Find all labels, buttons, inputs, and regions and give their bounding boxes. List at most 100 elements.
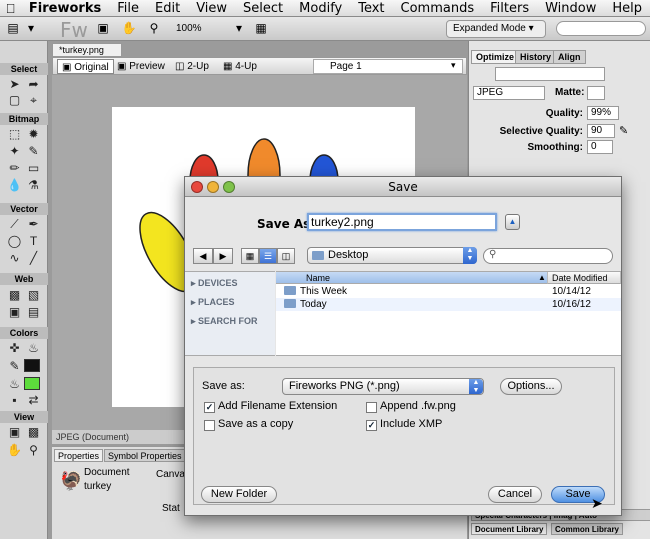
doc-name: turkey <box>84 481 112 492</box>
matte-swatch[interactable] <box>587 86 605 100</box>
tab-symbol-properties[interactable]: Symbol Properties <box>104 449 186 462</box>
preset-select[interactable] <box>495 67 605 81</box>
crop-icon[interactable]: ⌖ <box>25 93 42 108</box>
eraser-icon[interactable]: ▭ <box>25 161 42 176</box>
document-tab[interactable]: *turkey.png <box>52 43 122 57</box>
text-tool-icon[interactable]: T <box>25 234 42 249</box>
menu-select[interactable]: Select <box>235 1 291 16</box>
append-fwpng-checkbox[interactable] <box>366 402 377 413</box>
lasso-icon[interactable]: ✹ <box>25 127 42 142</box>
include-xmp-checkbox[interactable]: ✓ <box>366 420 377 431</box>
cancel-button[interactable]: Cancel <box>488 486 542 503</box>
rubber-stamp-icon[interactable]: ⚗ <box>25 178 42 193</box>
tab-document-library[interactable]: Document Library <box>471 523 548 535</box>
format-select[interactable]: Fireworks PNG (*.png) ▲ ▼ <box>282 378 484 395</box>
tab-align[interactable]: Align <box>553 50 586 64</box>
zoom-icon[interactable]: ⚲ <box>145 20 163 37</box>
menu-text[interactable]: Text <box>350 1 392 16</box>
tab-4up[interactable]: ▦ 4-Up <box>219 59 261 74</box>
tab-history[interactable]: History <box>515 50 557 64</box>
full-screen-icon[interactable]: ▩ <box>25 425 42 440</box>
workspace-icon[interactable]: ▾ <box>22 20 40 37</box>
subselect-icon[interactable]: ➦ <box>25 77 42 92</box>
bridge-icon[interactable]: ▣ <box>94 20 112 37</box>
hand-tool-icon[interactable]: ✋ <box>6 443 23 458</box>
menu-file[interactable]: File <box>109 1 147 16</box>
column-name[interactable]: Name <box>276 272 548 284</box>
forward-button[interactable]: ▶ <box>213 248 233 264</box>
options-button[interactable]: Options... <box>500 378 562 395</box>
swap-colors-icon[interactable]: ⇄ <box>25 393 42 408</box>
close-icon[interactable] <box>191 181 203 193</box>
brush-icon[interactable]: ✎ <box>25 144 42 159</box>
selective-quality-field[interactable]: 90 <box>587 124 615 138</box>
tab-properties[interactable]: Properties <box>54 449 104 462</box>
smoothing-field[interactable]: 0 <box>587 140 613 154</box>
magic-wand-icon[interactable]: ✦ <box>6 144 23 159</box>
stroke-color-swatch[interactable] <box>24 359 40 372</box>
page-select[interactable]: Page 1 <box>313 59 463 74</box>
icon-view-button[interactable]: ▦ <box>241 248 259 264</box>
eyedropper-icon[interactable]: ✜ <box>6 341 23 356</box>
show-slices-icon[interactable]: ▤ <box>25 305 42 320</box>
list-view-button[interactable]: ☰ <box>259 248 277 264</box>
hotspot-icon[interactable]: ▩ <box>6 288 23 303</box>
line-icon[interactable]: ⟋ <box>6 217 23 232</box>
marquee-icon[interactable]: ⬚ <box>6 127 23 142</box>
hide-slices-icon[interactable]: ▣ <box>6 305 23 320</box>
quality-field[interactable]: 99% <box>587 106 619 120</box>
column-date-modified[interactable]: Date Modified <box>548 272 621 284</box>
new-folder-button[interactable]: New Folder <box>201 486 277 503</box>
column-view-button[interactable]: ◫ <box>277 248 295 264</box>
layout-icon[interactable]: ▤ <box>4 20 22 37</box>
blur-icon[interactable]: 💧 <box>6 178 23 193</box>
list-item[interactable]: This Week 10/14/12 <box>276 285 621 298</box>
menu-window[interactable]: Window <box>537 1 604 16</box>
apple-icon[interactable]:  <box>0 1 21 16</box>
menu-edit[interactable]: Edit <box>147 1 188 16</box>
location-select[interactable]: Desktop ▲ ▼ <box>307 247 477 264</box>
add-extension-checkbox[interactable]: ✓ <box>204 402 215 413</box>
ellipse-icon[interactable]: ◯ <box>6 234 23 249</box>
grid-icon[interactable]: ▦ <box>252 20 270 37</box>
minimize-icon[interactable] <box>207 181 219 193</box>
paint-bucket-icon[interactable]: ♨ <box>25 341 42 356</box>
menu-commands[interactable]: Commands <box>393 1 483 16</box>
scale-icon[interactable]: ▢ <box>6 93 23 108</box>
list-item[interactable]: Today 10/16/12 <box>276 298 621 311</box>
sidebar-item-places[interactable]: ▸ PLACES <box>191 297 235 308</box>
freeform-icon[interactable]: ∿ <box>6 251 23 266</box>
knife-icon[interactable]: ╱ <box>25 251 42 266</box>
tab-optimize[interactable]: Optimize <box>471 50 520 64</box>
workspace-mode-select[interactable]: Expanded Mode ▾ <box>446 20 546 38</box>
expand-dialog-button[interactable]: ▲ <box>505 214 520 230</box>
fill-color-swatch[interactable] <box>24 377 40 390</box>
default-colors-icon[interactable]: ▪ <box>6 393 23 408</box>
tab-2up[interactable]: ◫ 2-Up <box>171 59 213 74</box>
pencil-icon[interactable]: ✏ <box>6 161 23 176</box>
pen-icon[interactable]: ✒ <box>25 217 42 232</box>
sidebar-item-search-for[interactable]: ▸ SEARCH FOR <box>191 316 258 327</box>
back-button[interactable]: ◀ <box>193 248 213 264</box>
edit-icon[interactable]: ✎ <box>619 124 628 137</box>
zoom-window-icon[interactable] <box>223 181 235 193</box>
filename-input[interactable]: turkey2.png <box>307 213 497 231</box>
slice-icon[interactable]: ▧ <box>25 288 42 303</box>
tab-preview[interactable]: ▣ Preview <box>113 59 169 74</box>
menu-fireworks[interactable]: Fireworks <box>21 1 109 16</box>
tab-original[interactable]: ▣ Original <box>57 59 114 74</box>
format-select[interactable]: JPEG <box>473 86 545 100</box>
hand-icon[interactable]: ✋ <box>120 20 138 37</box>
menu-modify[interactable]: Modify <box>291 1 350 16</box>
menu-help[interactable]: Help <box>604 1 650 16</box>
pointer-icon[interactable]: ➤ <box>6 77 23 92</box>
menu-view[interactable]: View <box>188 1 235 16</box>
standard-screen-icon[interactable]: ▣ <box>6 425 23 440</box>
menu-filters[interactable]: Filters <box>482 1 537 16</box>
save-copy-checkbox[interactable] <box>204 420 215 431</box>
zoom-tool-icon[interactable]: ⚲ <box>25 443 42 458</box>
tab-common-library[interactable]: Common Library <box>551 523 624 535</box>
sidebar-item-devices[interactable]: ▸ DEVICES <box>191 278 238 289</box>
search-field[interactable] <box>556 21 646 36</box>
search-input[interactable]: ⚲ <box>483 248 613 264</box>
